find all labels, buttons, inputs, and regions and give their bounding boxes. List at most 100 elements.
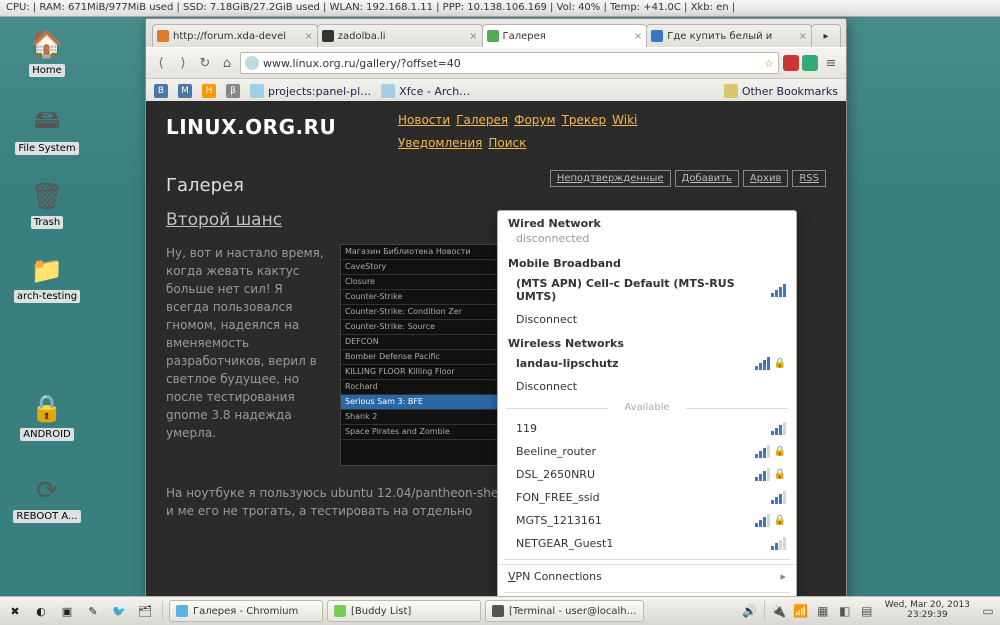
launcher-terminal[interactable]: ▣ (56, 600, 78, 622)
favicon (487, 30, 499, 42)
box-Неподтвержденные[interactable]: Неподтвержденные (550, 170, 671, 187)
signal-icon (755, 468, 770, 481)
tray-icon-1[interactable]: ▦ (815, 603, 831, 619)
wifi-Beeline_router[interactable]: Beeline_router🔒 (498, 440, 796, 463)
tab-2[interactable]: Галерея× (482, 24, 648, 47)
bookmark-btn-1[interactable]: М (178, 84, 192, 98)
menu-button[interactable]: ≡ (822, 54, 840, 72)
box-RSS[interactable]: RSS (792, 170, 826, 187)
bookmark-link-0[interactable]: projects:panel-pl… (250, 84, 371, 98)
desktop-icon-arch-testing[interactable]: 📁arch-testing (12, 254, 82, 303)
box-Добавить[interactable]: Добавить (675, 170, 739, 187)
wifi-connected[interactable]: landau-lipschutz 🔒 (498, 352, 796, 375)
nav-Новости[interactable]: Новости (398, 113, 450, 127)
tab-1[interactable]: zadolba.li× (317, 24, 483, 47)
lock-icon: 🔒 (774, 515, 786, 526)
nav-Уведомления[interactable]: Уведомления (398, 136, 482, 150)
task-2[interactable]: [Terminal - user@localh… (485, 600, 644, 622)
nav-Форум[interactable]: Форум (514, 113, 555, 127)
favicon (651, 30, 663, 42)
wifi-DSL_2650NRU[interactable]: DSL_2650NRU🔒 (498, 463, 796, 486)
star-icon[interactable]: ☆ (764, 57, 774, 70)
favicon (322, 30, 334, 42)
close-icon[interactable]: × (469, 31, 477, 42)
extension-icon-0[interactable] (783, 55, 799, 71)
forward-button[interactable]: ⟩ (174, 54, 192, 72)
home-button[interactable]: ⌂ (218, 54, 236, 72)
available-sep: Available (506, 402, 788, 413)
folder-icon: 🔒 (26, 392, 68, 426)
mbb-disconnect[interactable]: Disconnect (498, 308, 796, 331)
article-text: Ну, вот и настало время, когда жевать ка… (166, 244, 326, 466)
signal-icon (771, 537, 786, 550)
wifi-FON_FREE_ssid[interactable]: FON_FREE_ssid (498, 486, 796, 509)
wifi-119[interactable]: 119 (498, 417, 796, 440)
close-icon[interactable]: × (304, 31, 312, 42)
extension-icon-1[interactable] (802, 55, 818, 71)
task-0[interactable]: Галерея - Chromium (169, 600, 323, 622)
wifi-header: Wireless Networks (498, 331, 796, 352)
taskbar: ✖ ◐ ▣ ✎ 🐦 🗂 Галерея - Chromium[Buddy Lis… (0, 596, 1000, 625)
show-desktop-icon[interactable]: ▭ (980, 603, 996, 619)
app-icon (492, 605, 504, 617)
tab-3[interactable]: Где купить белый и× (646, 24, 812, 47)
battery-icon[interactable]: 🔌 (771, 603, 787, 619)
lock-icon: 🔒 (774, 446, 786, 457)
tray-icon-3[interactable]: ▤ (859, 603, 875, 619)
nav-Поиск[interactable]: Поиск (488, 136, 526, 150)
folder-icon: ⟳ (26, 474, 68, 508)
desktop-icon-android[interactable]: 🔒ANDROID (12, 392, 82, 441)
folder-icon: 🖴 (26, 106, 68, 140)
desktop-icon-home[interactable]: 🏠Home (12, 28, 82, 77)
launcher-pidgin[interactable]: 🐦 (108, 600, 130, 622)
desktop-icon-reboot-a-[interactable]: ⟳REBOOT A... (12, 474, 82, 523)
nav-Трекер[interactable]: Трекер (562, 113, 607, 127)
network-menu: Wired Network disconnected Mobile Broadb… (497, 210, 797, 625)
tab-strip: http://forum.xda-devel×zadolba.li×Галере… (146, 19, 846, 47)
launcher-editor[interactable]: ✎ (82, 600, 104, 622)
site-logo[interactable]: LINUX.ORG.RU (166, 115, 336, 139)
site-nav: НовостиГалереяФорумТрекерWiki marxengels… (398, 109, 826, 155)
signal-icon (771, 491, 786, 504)
bookmark-btn-3[interactable]: β (226, 84, 240, 98)
launcher-chromium[interactable]: ◐ (30, 600, 52, 622)
signal-icon (755, 445, 770, 458)
box-Архив[interactable]: Архив (743, 170, 789, 187)
close-icon[interactable]: × (799, 31, 807, 42)
bookmark-icon (250, 84, 264, 98)
network-tray-icon[interactable]: 📶 (793, 603, 809, 619)
app-menu-button[interactable]: ✖ (4, 600, 26, 622)
address-bar[interactable]: www.linux.org.ru/gallery/?offset=40 ☆ (240, 52, 779, 74)
signal-icon (771, 422, 786, 435)
favicon (157, 30, 169, 42)
mbb-connection[interactable]: (MTS APN) Cell-c Default (MTS-RUS UMTS) (498, 272, 796, 308)
wifi-disconnect[interactable]: Disconnect (498, 375, 796, 398)
app-icon (176, 605, 188, 617)
other-bookmarks[interactable]: Other Bookmarks (724, 84, 838, 98)
clock[interactable]: Wed, Mar 20, 201323:29:39 (881, 601, 974, 621)
bookmark-link-1[interactable]: Xfce - Arch… (381, 84, 470, 98)
bookmark-btn-2[interactable]: Н (202, 84, 216, 98)
vpn-submenu[interactable]: VPN Connections▸ (498, 564, 796, 588)
bookmark-btn-0[interactable]: В (154, 84, 168, 98)
nav-Wiki[interactable]: Wiki (612, 113, 637, 127)
tray-icon-2[interactable]: ◧ (837, 603, 853, 619)
page-actions: НеподтвержденныеДобавитьАрхивRSS (546, 170, 826, 187)
volume-icon[interactable]: 🔊 (742, 603, 758, 619)
close-icon[interactable]: × (634, 31, 642, 42)
folder-icon (724, 84, 738, 98)
back-button[interactable]: ⟨ (152, 54, 170, 72)
folder-icon: 🏠 (26, 28, 68, 62)
new-tab-button[interactable]: ▸ (811, 24, 841, 47)
launcher-files[interactable]: 🗂 (134, 600, 156, 622)
tab-0[interactable]: http://forum.xda-devel× (152, 24, 318, 47)
wifi-MGTS_1213161[interactable]: MGTS_1213161🔒 (498, 509, 796, 532)
nav-Галерея[interactable]: Галерея (456, 113, 508, 127)
desktop-icon-trash[interactable]: 🗑Trash (12, 180, 82, 229)
task-1[interactable]: [Buddy List] (327, 600, 481, 622)
wifi-NETGEAR_Guest1[interactable]: NETGEAR_Guest1 (498, 532, 796, 555)
desktop-icon-file-system[interactable]: 🖴File System (12, 106, 82, 155)
reload-button[interactable]: ↻ (196, 54, 214, 72)
wired-status: disconnected (498, 232, 796, 251)
toolbar: ⟨ ⟩ ↻ ⌂ www.linux.org.ru/gallery/?offset… (146, 47, 846, 79)
